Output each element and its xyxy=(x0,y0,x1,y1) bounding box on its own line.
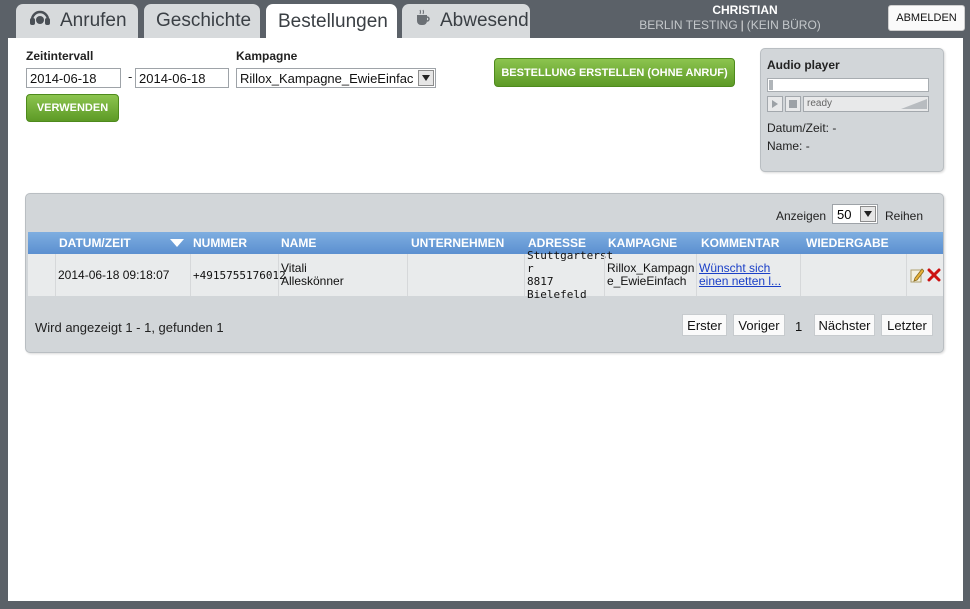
tab-label: Abwesend xyxy=(440,10,529,31)
rows-label: Reihen xyxy=(885,209,924,223)
cell-campaign: Rillox_Kampagn e_EwieEinfach xyxy=(604,254,697,296)
cell-address-street-cont: r xyxy=(527,262,534,275)
column-header-comment[interactable]: KOMMENTAR xyxy=(701,232,779,254)
pager-first-button[interactable]: Erster xyxy=(682,314,727,336)
cell-playback xyxy=(800,254,907,296)
audio-name-label: Name: xyxy=(767,139,803,153)
cell-campaign-line2: e_EwieEinfach xyxy=(607,274,687,288)
campaign-select-value: Rillox_Kampagne_EwieEinfac xyxy=(240,71,414,86)
logout-button[interactable]: ABMELDEN xyxy=(888,5,965,31)
result-summary: Wird angezeigt 1 - 1, gefunden 1 xyxy=(35,320,224,335)
comment-link[interactable]: Wünscht sich einen netten l... xyxy=(699,262,781,288)
cell-name-last: Alleskönner xyxy=(281,274,344,288)
user-separator: | xyxy=(740,18,744,32)
tab-label: Geschichte xyxy=(156,10,252,31)
stop-button[interactable] xyxy=(785,96,801,112)
audio-player-title: Audio player xyxy=(767,58,840,72)
page-size-select[interactable]: 50 xyxy=(832,204,878,224)
table-header: DATUM/ZEIT NUMMER NAME UNTERNEHMEN ADRES… xyxy=(28,232,943,254)
audio-name-value: - xyxy=(805,139,810,153)
audio-player: Audio player ready Datum/Zeit: - Name: - xyxy=(760,48,944,172)
main-panel: Zeitintervall 2014-06-18 - 2014-06-18 Ka… xyxy=(8,38,963,601)
cell-address-city: 8817 Bielefeld xyxy=(527,275,587,301)
tab-abwesend[interactable]: Abwesend xyxy=(402,4,530,38)
tab-anrufen[interactable]: Anrufen xyxy=(16,4,138,38)
volume-icon[interactable] xyxy=(901,99,927,109)
audio-datetime-value: - xyxy=(832,121,837,135)
audio-datetime-label: Datum/Zeit: xyxy=(767,121,830,135)
column-header-datetime[interactable]: DATUM/ZEIT xyxy=(59,232,131,254)
page-size-value: 50 xyxy=(837,207,852,222)
campaign-select[interactable]: Rillox_Kampagne_EwieEinfac xyxy=(236,68,436,88)
tab-label: Bestellungen xyxy=(278,11,388,32)
date-from-input[interactable]: 2014-06-18 xyxy=(26,68,121,88)
audio-progress-thumb[interactable] xyxy=(769,80,773,90)
cell-name: Vitali Alleskönner xyxy=(278,254,408,296)
delete-icon[interactable] xyxy=(927,267,941,283)
user-location: BERLIN TESTING xyxy=(639,18,738,32)
time-interval-label: Zeitintervall xyxy=(26,49,94,63)
cell-company xyxy=(407,254,525,296)
column-header-name[interactable]: NAME xyxy=(281,232,316,254)
column-header-company[interactable]: UNTERNEHMEN xyxy=(411,232,504,254)
pager-prev-button[interactable]: Voriger xyxy=(733,314,785,336)
coffee-cup-icon xyxy=(414,9,432,33)
user-name: CHRISTIAN xyxy=(712,3,778,17)
show-label: Anzeigen xyxy=(776,209,827,223)
campaign-label: Kampagne xyxy=(236,49,298,63)
play-icon xyxy=(772,100,778,108)
audio-progress-track[interactable] xyxy=(767,78,929,92)
column-header-playback[interactable]: WIEDERGABE xyxy=(806,232,889,254)
table-row[interactable]: 2014-06-18 09:18:07 +4915755176012 Vital… xyxy=(28,249,943,301)
audio-status-text: ready xyxy=(807,98,833,109)
audio-name: Name: - xyxy=(767,139,810,153)
cell-address: Stuttgarterst r 8817 Bielefeld xyxy=(524,249,613,301)
audio-status: ready xyxy=(803,96,929,112)
tab-bestellungen[interactable]: Bestellungen xyxy=(266,4,397,40)
user-location-line: BERLIN TESTING | (KEIN BÜRO) xyxy=(615,18,845,33)
pager-current-page: 1 xyxy=(795,319,803,334)
edit-icon[interactable] xyxy=(910,267,925,283)
tab-label: Anrufen xyxy=(60,10,127,31)
orders-grid: Anzeigen 50 Reihen DATUM/ZEIT NUMMER NAM… xyxy=(25,193,944,353)
sort-desc-icon[interactable] xyxy=(170,239,184,247)
date-to-input[interactable]: 2014-06-18 xyxy=(135,68,229,88)
cell-checkbox[interactable] xyxy=(28,254,55,296)
create-order-button[interactable]: BESTELLUNG ERSTELLEN (OHNE ANRUF) xyxy=(494,58,735,87)
user-info: CHRISTIAN BERLIN TESTING | (KEIN BÜRO) xyxy=(615,3,845,33)
pager-next-button[interactable]: Nächster xyxy=(814,314,875,336)
stop-icon xyxy=(789,100,797,108)
audio-controls: ready xyxy=(767,96,929,112)
user-office: (KEIN BÜRO) xyxy=(746,18,821,32)
top-bar: Anrufen Geschichte Bestellungen Abwesend… xyxy=(0,0,970,40)
cell-number: +4915755176012 xyxy=(190,254,286,296)
play-button[interactable] xyxy=(767,96,783,112)
pager-last-button[interactable]: Letzter xyxy=(881,314,933,336)
cell-actions xyxy=(906,254,943,296)
cell-address-street: Stuttgarterst xyxy=(527,249,614,262)
apply-button[interactable]: VERWENDEN xyxy=(26,94,119,122)
headset-icon xyxy=(28,8,52,34)
audio-datetime: Datum/Zeit: - xyxy=(767,121,836,135)
chevron-down-icon xyxy=(418,70,434,86)
tab-geschichte[interactable]: Geschichte xyxy=(144,4,260,38)
cell-comment: Wünscht sich einen netten l... xyxy=(696,254,801,296)
column-header-campaign[interactable]: KAMPAGNE xyxy=(608,232,677,254)
column-header-number[interactable]: NUMMER xyxy=(193,232,247,254)
cell-datetime: 2014-06-18 09:18:07 xyxy=(55,254,191,296)
date-separator: - xyxy=(128,70,133,84)
comment-line2: einen netten l... xyxy=(699,274,782,288)
chevron-down-icon xyxy=(860,206,876,222)
